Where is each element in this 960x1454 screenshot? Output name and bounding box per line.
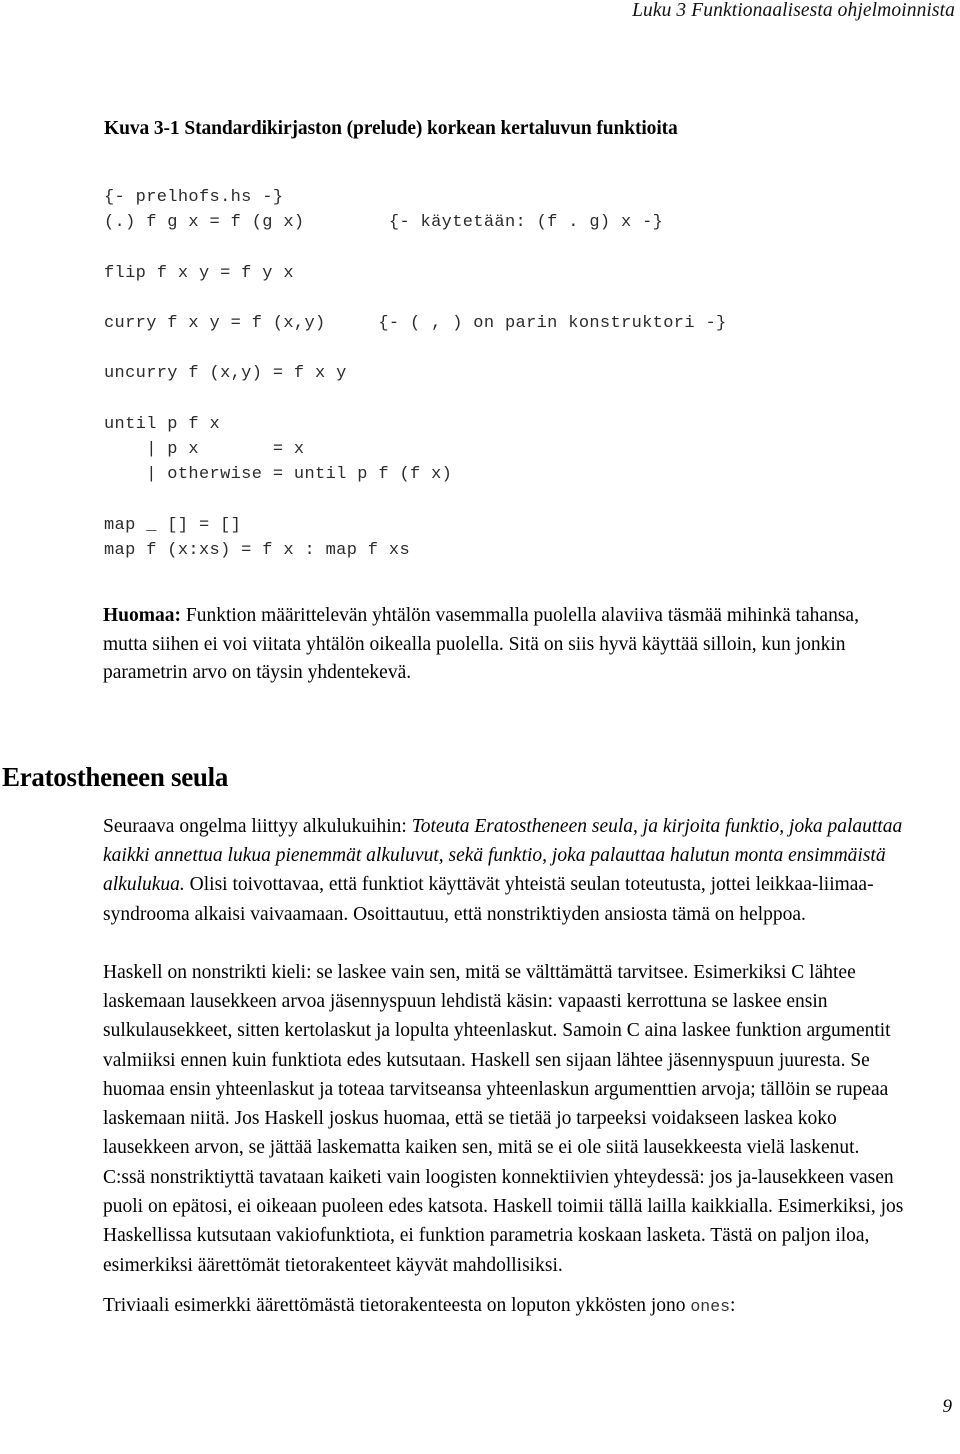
paragraph-1-lead: Seuraava ongelma liittyy alkulukuihin: (103, 816, 412, 837)
haskell-code-listing: {- prelhofs.hs -} (.) f g x = f (g x) {-… (104, 188, 727, 560)
figure-caption: Kuva 3-1 Standardikirjaston (prelude) ko… (104, 118, 678, 139)
paragraph-1: Seuraava ongelma liittyy alkulukuihin: T… (103, 812, 911, 929)
inline-code-ones: ones (690, 1297, 730, 1316)
page-number: 9 (942, 1396, 953, 1417)
document-page: Luku 3 Funktionaalisesta ohjelmoinnista … (0, 0, 960, 1454)
paragraph-4-lead: Triviaali esimerkki äärettömästä tietora… (103, 1295, 691, 1316)
paragraph-4-tail: : (730, 1295, 736, 1316)
paragraph-4: Triviaali esimerkki äärettömästä tietora… (103, 1291, 911, 1321)
section-heading-eratostheneen-seula: Eratostheneen seula (2, 762, 229, 792)
note-label: Huomaa: (103, 605, 181, 626)
note-paragraph: Huomaa: Funktion määrittelevän yhtälön v… (103, 602, 908, 688)
paragraph-2: Haskell on nonstrikti kieli: se laskee v… (103, 962, 891, 1159)
paragraph-3: C:ssä nonstriktiyttä tavataan kaiketi va… (103, 1167, 904, 1276)
running-header: Luku 3 Funktionaalisesta ohjelmoinnista (632, 0, 955, 21)
note-text: Funktion määrittelevän yhtälön vasemmall… (103, 605, 859, 683)
paragraph-1-tail: Olisi toivottavaa, että funktiot käyttäv… (103, 874, 874, 925)
